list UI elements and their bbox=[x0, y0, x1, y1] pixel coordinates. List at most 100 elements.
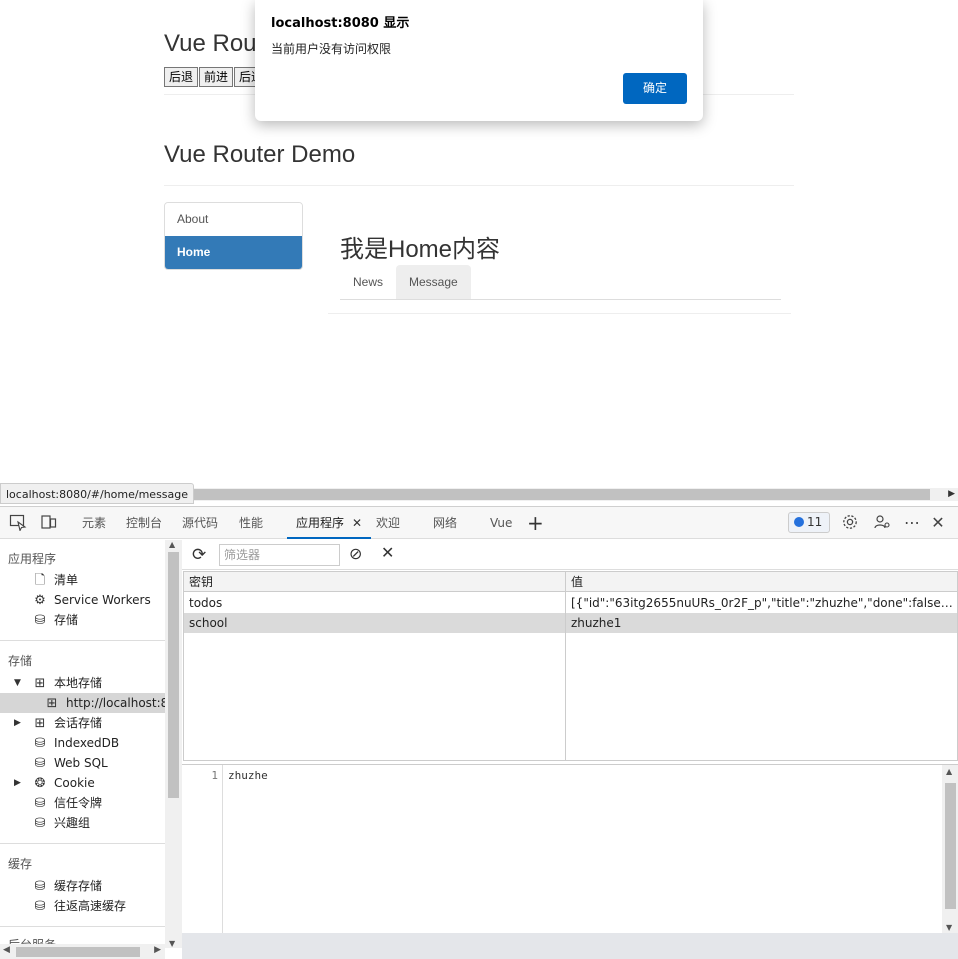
refresh-icon[interactable]: ⟳ bbox=[192, 545, 206, 565]
more-options-icon[interactable]: ⋯ bbox=[902, 513, 922, 533]
database-icon: ⛁ bbox=[34, 796, 46, 811]
scroll-down-icon[interactable]: ▼ bbox=[946, 923, 952, 932]
sidebar-item-label: 本地存储 bbox=[54, 676, 103, 690]
table-grid-icon: ⊞ bbox=[34, 716, 46, 731]
scroll-left-icon[interactable]: ◀ bbox=[3, 945, 10, 955]
sidebar-item-label: 兴趣组 bbox=[54, 816, 91, 830]
table-row-key[interactable]: todos bbox=[184, 593, 565, 613]
code-line[interactable]: zhuzhe bbox=[228, 769, 268, 782]
nav-item-about[interactable]: About bbox=[165, 203, 302, 236]
scrollbar-thumb[interactable] bbox=[168, 552, 179, 798]
sidebar-item-label: 往返高速缓存 bbox=[54, 899, 127, 913]
side-nav: About Home bbox=[164, 202, 303, 270]
value-preview-editor[interactable]: 1 zhuzhe ▲ ▼ bbox=[182, 764, 958, 934]
gear-icon: ⚙ bbox=[34, 593, 46, 608]
scrollbar-thumb[interactable] bbox=[16, 947, 140, 957]
sidebar-vertical-scrollbar[interactable]: ▲ ▼ bbox=[165, 540, 182, 948]
sidebar-item-localhost-origin[interactable]: ⊞ http://localhost:8080 bbox=[44, 693, 165, 713]
collapsed-triangle-icon[interactable]: ▶ bbox=[14, 713, 21, 733]
sidebar-item-service-workers[interactable]: ⚙ Service Workers bbox=[32, 590, 151, 610]
database-icon: ⛁ bbox=[34, 756, 46, 771]
database-icon: ⛁ bbox=[34, 899, 46, 914]
clear-all-icon[interactable]: ⊘ bbox=[349, 544, 362, 563]
table-grid-icon: ⊞ bbox=[46, 696, 58, 711]
sidebar-item-cache-storage[interactable]: ⛁ 缓存存储 bbox=[32, 876, 102, 896]
nav-item-home[interactable]: Home bbox=[165, 236, 302, 269]
sidebar-item-local-storage[interactable]: ▼ ⊞ 本地存储 bbox=[14, 673, 103, 693]
home-heading: 我是Home内容 bbox=[340, 236, 501, 263]
forward-button[interactable]: 前进 bbox=[199, 67, 234, 87]
sidebar-item-cookie[interactable]: ▶ ❂ Cookie bbox=[14, 773, 95, 793]
sidebar-item-label: 会话存储 bbox=[54, 716, 103, 730]
device-emulation-icon[interactable] bbox=[39, 513, 59, 533]
history-buttons: 后退 前进 后退 bbox=[164, 67, 269, 87]
tab-performance[interactable]: 性能 bbox=[239, 507, 263, 539]
sidebar-item-session-storage[interactable]: ▶ ⊞ 会话存储 bbox=[14, 713, 103, 733]
tab-sources[interactable]: 源代码 bbox=[182, 507, 218, 539]
tab-message[interactable]: Message bbox=[396, 265, 471, 299]
devtools-panel: 元素 控制台 源代码 性能 应用程序 ✕ 欢迎 网络 Vue + 11 ⋯ ✕ 应… bbox=[0, 506, 958, 959]
scroll-right-icon[interactable]: ▶ bbox=[154, 945, 161, 955]
application-sidebar: 应用程序 🗋 清单 ⚙ Service Workers ⛁ 存储 存储 ▼ ⊞ 本地存储 … bbox=[0, 540, 165, 959]
sidebar-item-interest-groups[interactable]: ⛁ 兴趣组 bbox=[32, 813, 90, 833]
tab-news[interactable]: News bbox=[340, 265, 396, 299]
divider bbox=[0, 926, 165, 927]
column-divider[interactable] bbox=[565, 572, 566, 760]
tab-welcome[interactable]: 欢迎 bbox=[376, 507, 400, 539]
page-horizontal-scrollbar[interactable]: ▶ bbox=[185, 488, 958, 501]
tab-network[interactable]: 网络 bbox=[433, 507, 457, 539]
tab-application[interactable]: 应用程序 ✕ bbox=[287, 507, 372, 539]
sidebar-item-label: 存储 bbox=[54, 613, 79, 627]
scrollbar-thumb[interactable] bbox=[945, 783, 956, 909]
sidebar-item-label: Cookie bbox=[54, 776, 95, 790]
editor-vertical-scrollbar[interactable]: ▲ ▼ bbox=[942, 765, 958, 934]
table-row-value[interactable]: [{"id":"63itg2655nuURs_0r2F_p","title":"… bbox=[566, 593, 956, 613]
database-icon: ⛁ bbox=[34, 736, 46, 751]
sidebar-item-storage[interactable]: ⛁ 存储 bbox=[32, 610, 78, 630]
issues-badge[interactable]: 11 bbox=[788, 512, 830, 533]
divider bbox=[0, 843, 165, 844]
devtools-tabbar: 元素 控制台 源代码 性能 应用程序 ✕ 欢迎 网络 Vue + 11 ⋯ ✕ bbox=[0, 507, 958, 539]
tab-console[interactable]: 控制台 bbox=[126, 507, 162, 539]
collapsed-triangle-icon[interactable]: ▶ bbox=[14, 773, 21, 793]
scroll-down-icon[interactable]: ▼ bbox=[169, 939, 175, 948]
tab-application-label: 应用程序 bbox=[296, 516, 345, 530]
table-row-value[interactable]: zhuzhe1 bbox=[566, 613, 956, 633]
column-header-key[interactable]: 密钥 bbox=[184, 572, 565, 592]
table-row-key[interactable]: school bbox=[184, 613, 565, 633]
scroll-up-icon[interactable]: ▲ bbox=[946, 767, 952, 776]
column-header-value[interactable]: 值 bbox=[566, 572, 956, 592]
status-url: localhost:8080/#/home/message bbox=[0, 483, 195, 504]
tab-elements[interactable]: 元素 bbox=[82, 507, 106, 539]
close-tab-icon[interactable]: ✕ bbox=[352, 516, 362, 530]
sidebar-item-trust-tokens[interactable]: ⛁ 信任令牌 bbox=[32, 793, 102, 813]
expanded-triangle-icon[interactable]: ▼ bbox=[14, 673, 21, 693]
close-devtools-icon[interactable]: ✕ bbox=[928, 513, 948, 533]
dialog-ok-button[interactable]: 确定 bbox=[623, 73, 687, 104]
cookie-icon: ❂ bbox=[34, 776, 46, 791]
empty-bottom-area bbox=[182, 933, 958, 959]
settings-gear-icon[interactable] bbox=[840, 513, 860, 533]
sidebar-item-manifest[interactable]: 🗋 清单 bbox=[32, 570, 78, 590]
delete-selected-icon[interactable]: ✕ bbox=[381, 543, 394, 562]
tab-vue[interactable]: Vue bbox=[490, 507, 512, 539]
inspect-element-icon[interactable] bbox=[8, 513, 28, 533]
issues-count: 11 bbox=[807, 515, 823, 529]
divider bbox=[328, 313, 791, 314]
scroll-up-icon[interactable]: ▲ bbox=[169, 540, 175, 549]
line-number: 1 bbox=[211, 769, 218, 782]
dialog-title: localhost:8080 显示 bbox=[271, 16, 410, 31]
add-tab-icon[interactable]: + bbox=[527, 507, 544, 539]
dialog-message: 当前用户没有访问权限 bbox=[271, 42, 392, 56]
sidebar-item-label: Web SQL bbox=[54, 756, 108, 770]
scroll-right-icon[interactable]: ▶ bbox=[948, 488, 955, 501]
back-button[interactable]: 后退 bbox=[164, 67, 199, 87]
scrollbar-thumb[interactable] bbox=[187, 489, 930, 500]
sidebar-item-label: 信任令牌 bbox=[54, 796, 103, 810]
filter-input[interactable] bbox=[219, 544, 340, 566]
sidebar-item-indexeddb[interactable]: ⛁ IndexedDB bbox=[32, 733, 120, 753]
user-settings-icon[interactable] bbox=[872, 513, 892, 533]
sidebar-item-web-sql[interactable]: ⛁ Web SQL bbox=[32, 753, 108, 773]
sidebar-item-bfcache[interactable]: ⛁ 往返高速缓存 bbox=[32, 896, 126, 916]
sidebar-horizontal-scrollbar[interactable]: ◀ ▶ bbox=[0, 944, 165, 959]
